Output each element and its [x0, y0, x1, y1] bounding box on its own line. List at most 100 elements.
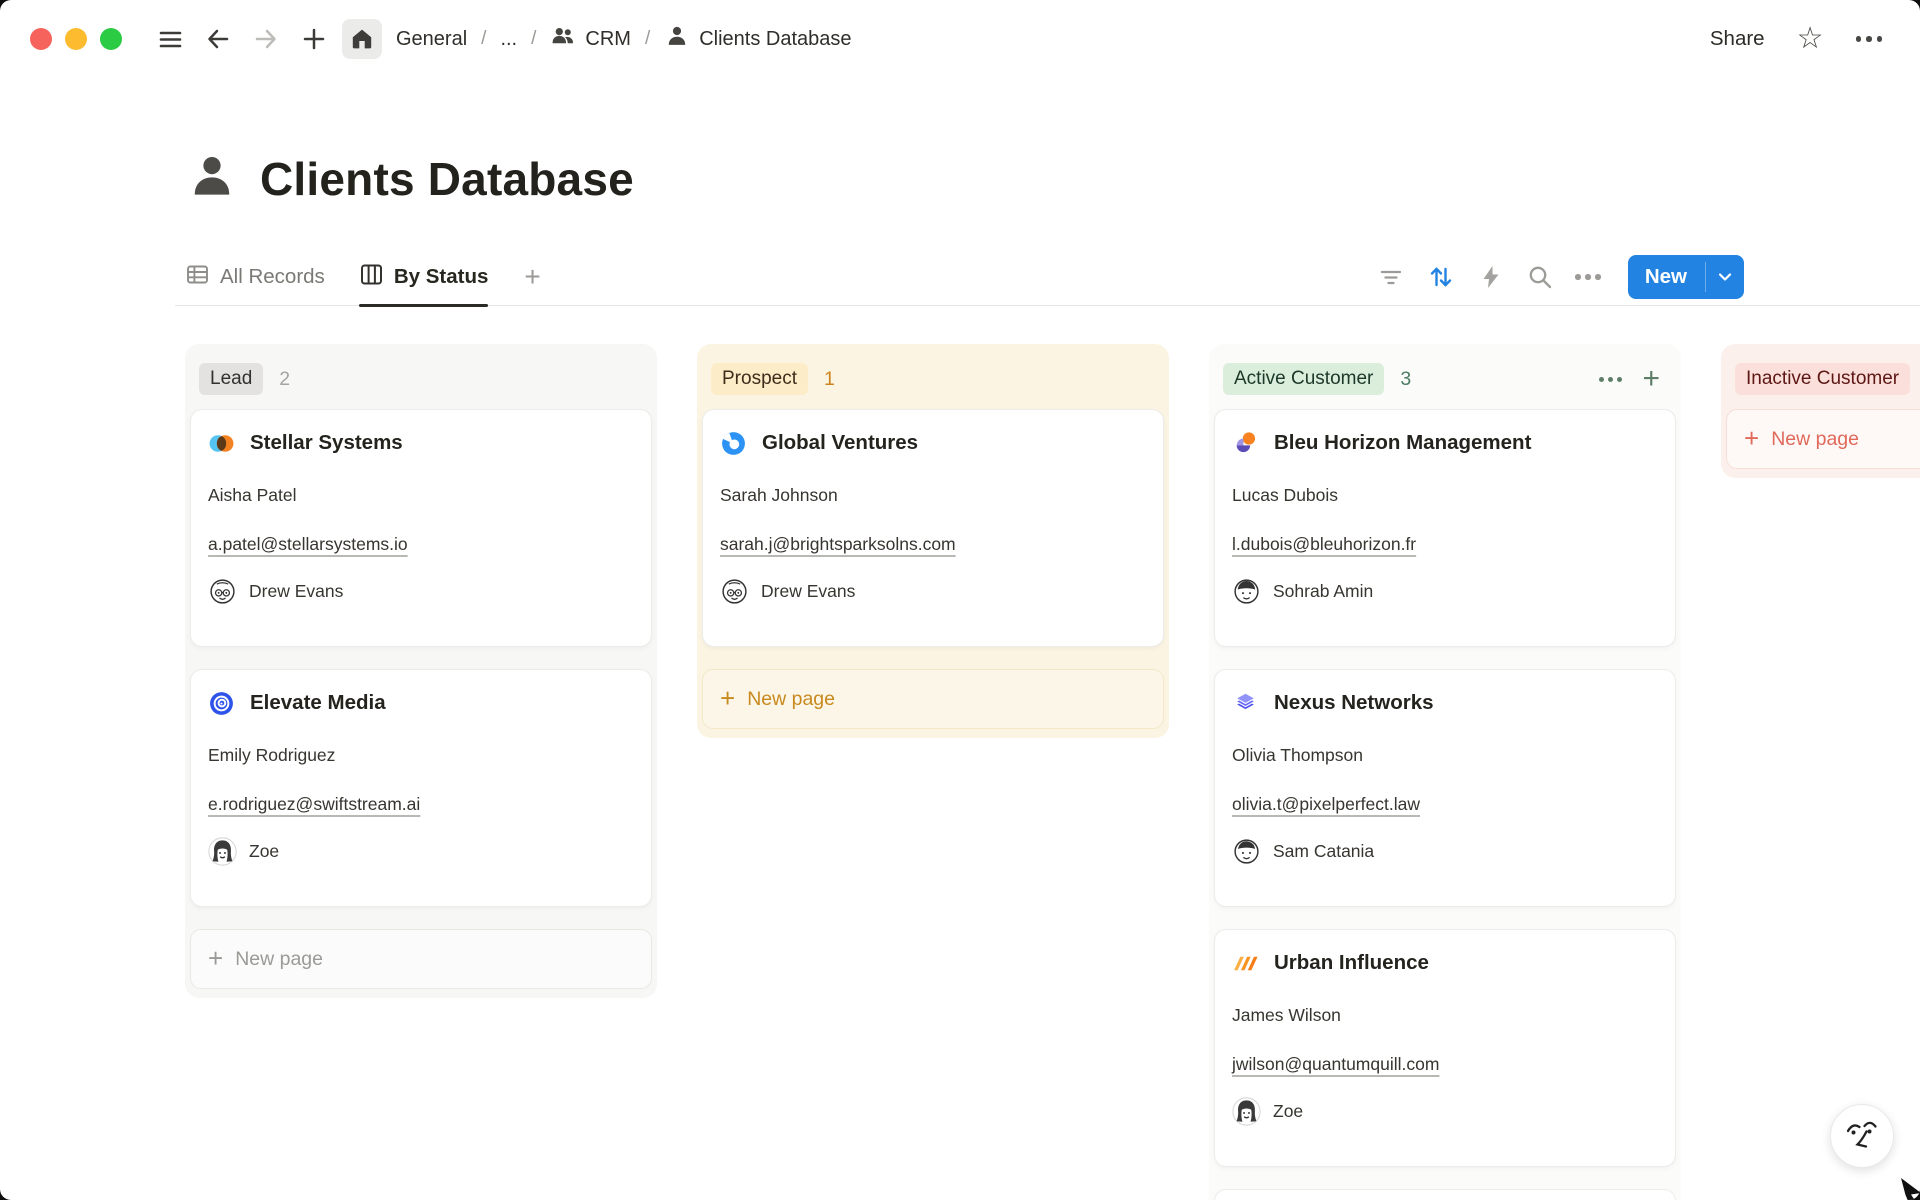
column-add-plus-icon[interactable]: + — [1642, 364, 1660, 394]
app-window: General / ... / CRM / Clients Database S… — [0, 0, 1920, 1200]
owner-row: Zoe — [208, 837, 634, 866]
more-ellipsis-icon[interactable] — [1856, 36, 1883, 42]
company-name: Nexus Networks — [1274, 688, 1434, 718]
kanban-card[interactable]: Nexus Networks Olivia Thompson olivia.t@… — [1214, 669, 1676, 907]
view-toolbar: New — [1377, 249, 1744, 305]
hamburger-icon[interactable] — [150, 19, 190, 59]
company-name: Bleu Horizon Management — [1274, 428, 1531, 458]
company-name: Urban Influence — [1274, 948, 1429, 978]
owner-name: Drew Evans — [249, 581, 343, 602]
column-status-pill[interactable]: Active Customer — [1223, 363, 1384, 395]
topbar: General / ... / CRM / Clients Database S… — [0, 0, 1920, 78]
view-more-ellipsis-icon[interactable] — [1575, 274, 1601, 280]
column-count: 2 — [279, 368, 290, 391]
plus-icon: + — [1744, 425, 1759, 451]
owner-name: Zoe — [249, 841, 279, 862]
kanban-card[interactable]: Bleu Horizon Management Lucas Dubois l.d… — [1214, 409, 1676, 647]
page-title[interactable]: Clients Database — [260, 152, 634, 206]
contact-name: Olivia Thompson — [1232, 743, 1658, 767]
tab-by-status[interactable]: By Status — [359, 249, 489, 305]
sort-arrows-icon[interactable] — [1426, 262, 1456, 292]
email-link[interactable]: olivia.t@pixelperfect.law — [1232, 792, 1420, 816]
new-page-button[interactable]: + New page — [190, 929, 652, 989]
back-arrow-icon[interactable] — [198, 19, 238, 59]
search-icon[interactable] — [1526, 263, 1554, 291]
partial-card[interactable] — [1214, 1189, 1676, 1200]
owner-name: Sam Catania — [1273, 841, 1374, 862]
column-count: 1 — [824, 368, 835, 391]
column-status-pill[interactable]: Prospect — [711, 363, 808, 395]
new-page-button[interactable]: + New page — [702, 669, 1164, 729]
filter-icon[interactable] — [1377, 263, 1405, 291]
column-status-pill[interactable]: Inactive Customer — [1735, 363, 1910, 395]
column-header: Prospect 1 — [702, 349, 1164, 409]
email-link[interactable]: e.rodriguez@swiftstream.ai — [208, 792, 420, 816]
favorite-star-icon[interactable]: ☆ — [1797, 24, 1824, 54]
column-actions: + — [1599, 364, 1666, 394]
pointer-cursor-icon — [1899, 1177, 1920, 1200]
view-tabs-bar: All Records By Status + New — [175, 249, 1920, 306]
column-more-ellipsis-icon[interactable] — [1599, 377, 1622, 382]
email-link[interactable]: sarah.j@brightsparksolns.com — [720, 532, 956, 556]
column-status-pill[interactable]: Lead — [199, 363, 263, 395]
company-name: Stellar Systems — [250, 428, 403, 458]
new-record-button[interactable]: New — [1628, 255, 1744, 299]
minimize-button[interactable] — [65, 28, 87, 50]
owner-name: Drew Evans — [761, 581, 855, 602]
breadcrumb-item-general[interactable]: General — [396, 28, 467, 51]
owner-row: Drew Evans — [208, 577, 634, 606]
kanban-board: Lead 2 Stellar Systems Aisha Patel a.pat… — [0, 306, 1920, 1200]
breadcrumb-separator: / — [643, 28, 652, 50]
email-link[interactable]: jwilson@quantumquill.com — [1232, 1052, 1439, 1076]
drew-evans-avatar — [208, 577, 237, 606]
breadcrumb-item-clients-database[interactable]: Clients Database — [664, 23, 851, 55]
drew-evans-avatar — [720, 577, 749, 606]
share-button[interactable]: Share — [1710, 27, 1765, 51]
pie-chart-icon — [1232, 430, 1259, 457]
kanban-card[interactable]: Elevate Media Emily Rodriguez e.rodrigue… — [190, 669, 652, 907]
column-header: Inactive Customer — [1726, 349, 1920, 409]
owner-row: Sohrab Amin — [1232, 577, 1658, 606]
contact-name: Aisha Patel — [208, 483, 634, 507]
breadcrumb-item-crm[interactable]: CRM — [550, 23, 631, 55]
chevron-down-icon[interactable] — [1706, 255, 1744, 299]
kanban-card[interactable]: Global Ventures Sarah Johnson sarah.j@br… — [702, 409, 1164, 647]
company-name: Global Ventures — [762, 428, 918, 458]
new-page-button[interactable]: + New page — [1726, 409, 1920, 469]
owner-name: Zoe — [1273, 1101, 1303, 1122]
page-person-icon[interactable] — [186, 150, 238, 207]
owner-row: Sam Catania — [1232, 837, 1658, 866]
add-view-plus-icon[interactable]: + — [524, 261, 540, 293]
column-cards: Stellar Systems Aisha Patel a.patel@stel… — [190, 409, 652, 907]
new-button-label[interactable]: New — [1628, 255, 1705, 299]
email-link[interactable]: l.dubois@bleuhorizon.fr — [1232, 532, 1416, 556]
forward-arrow-icon[interactable] — [246, 19, 286, 59]
new-page-label: New page — [1771, 428, 1859, 451]
tab-all-records[interactable]: All Records — [185, 249, 325, 305]
kanban-card[interactable]: Urban Influence James Wilson jwilson@qua… — [1214, 929, 1676, 1167]
breadcrumb-item-collapsed[interactable]: ... — [500, 28, 517, 51]
card-title-row: Nexus Networks — [1232, 688, 1658, 718]
contact-name: Lucas Dubois — [1232, 483, 1658, 507]
new-page-label: New page — [747, 688, 835, 711]
home-icon[interactable] — [342, 19, 382, 59]
face-logo-icon — [1830, 1104, 1894, 1168]
kanban-column-prospect: Prospect 1 Global Ventures Sarah Johnson… — [697, 344, 1169, 738]
plus-icon: + — [208, 945, 223, 971]
person-icon — [664, 23, 690, 55]
column-cards: Bleu Horizon Management Lucas Dubois l.d… — [1214, 409, 1676, 1167]
new-page-label: New page — [235, 948, 323, 971]
column-header: Active Customer 3 + — [1214, 349, 1676, 409]
lightning-icon[interactable] — [1477, 263, 1505, 291]
card-title-row: Urban Influence — [1232, 948, 1658, 978]
close-button[interactable] — [30, 28, 52, 50]
column-count: 3 — [1400, 368, 1411, 391]
new-tab-plus-icon[interactable] — [294, 19, 334, 59]
email-link[interactable]: a.patel@stellarsystems.io — [208, 532, 408, 556]
board-view-icon — [359, 262, 384, 293]
venn-circles-icon — [208, 430, 235, 457]
kanban-card[interactable]: Stellar Systems Aisha Patel a.patel@stel… — [190, 409, 652, 647]
zoom-button[interactable] — [100, 28, 122, 50]
card-title-row: Elevate Media — [208, 688, 634, 718]
plus-icon: + — [720, 685, 735, 711]
